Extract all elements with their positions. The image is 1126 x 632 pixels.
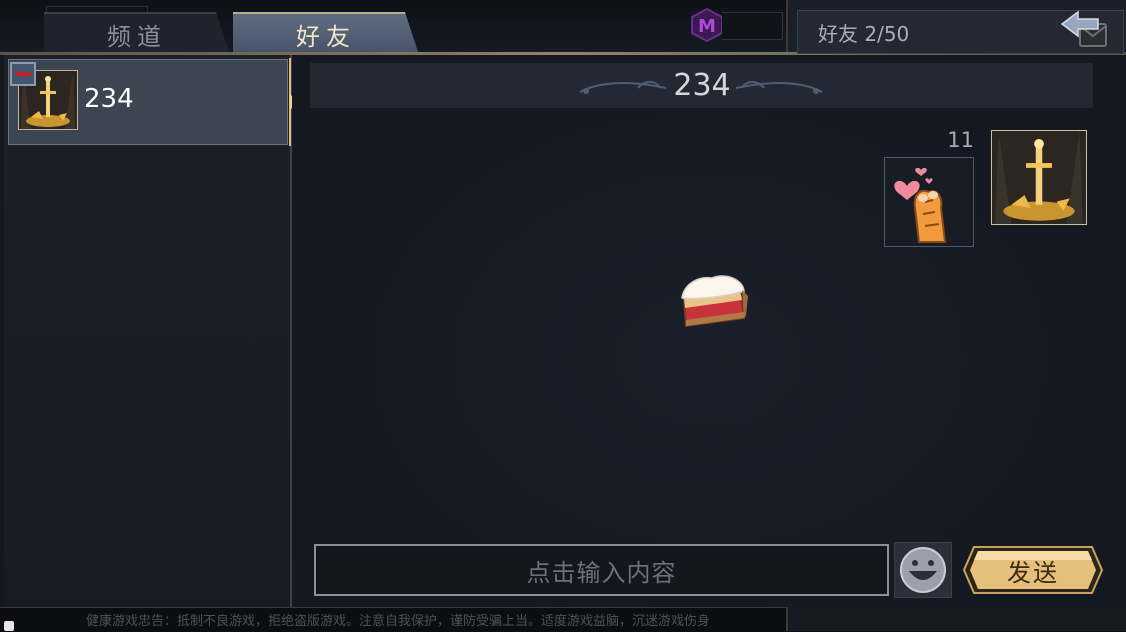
tab-channels-label: 频道 [107,23,167,51]
svg-text:M: M [698,16,716,37]
smiley-icon [900,547,946,593]
top-decor [46,6,148,13]
sword-icon [992,131,1086,224]
message-sticker [884,157,974,247]
currency-box [722,12,783,40]
send-button-label: 发送 [1007,559,1059,587]
back-icon[interactable] [1058,8,1110,52]
emoji-button[interactable] [894,542,952,598]
friend-name: 234 [84,84,134,114]
message-input-placeholder: 点击输入内容 [526,558,677,587]
health-notice: 健康游戏忠告：抵制不良游戏，拒绝盗版游戏。注意自我保护，谨防受骗上当。适度游戏益… [86,614,711,629]
sender-avatar[interactable] [991,130,1087,225]
corner-indicator [4,621,14,631]
m-currency-icon: M [691,8,723,42]
ornament-right [735,81,823,94]
message-input[interactable]: 点击输入内容 [314,544,889,596]
friend-count: 好友 2/50 [818,22,910,46]
tab-friends-label: 好友 [296,23,356,51]
remove-friend-button[interactable] [10,62,36,86]
message-time: 11 [947,128,974,152]
tab-friends[interactable]: 好友 [233,12,419,55]
footer-right-panel [786,607,1126,631]
cake-icon [681,275,748,328]
heart-paw-icon [894,167,947,243]
tab-channels[interactable]: 频道 [44,12,230,55]
